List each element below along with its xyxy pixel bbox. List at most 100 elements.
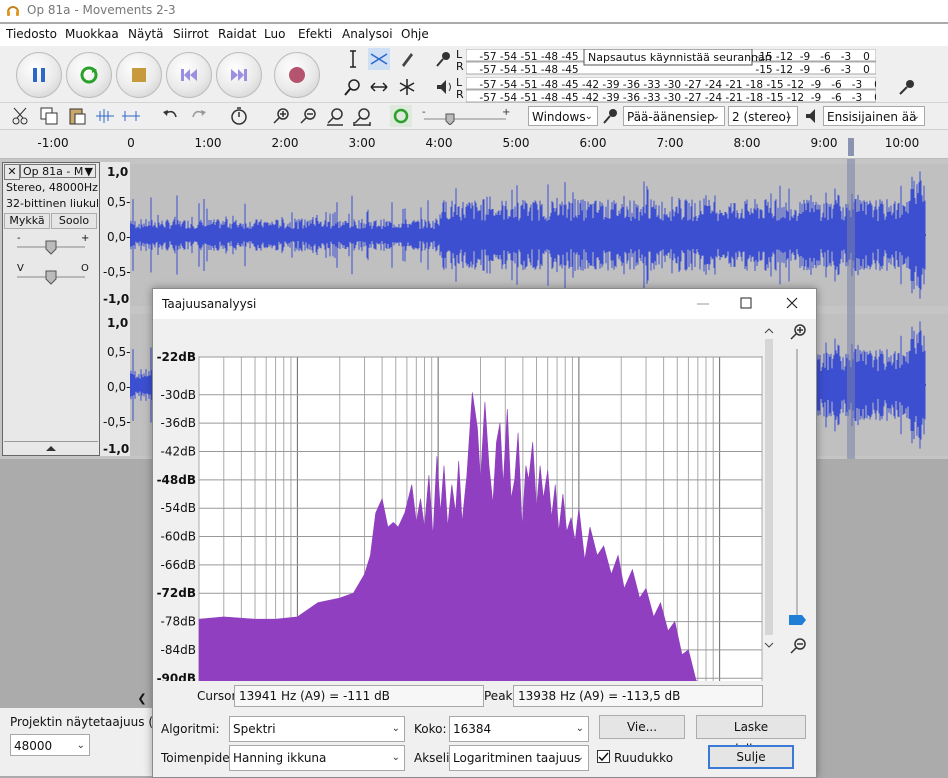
- algorithm-select[interactable]: Spektri ⌄: [229, 716, 405, 742]
- meter-tick-label: -18: [746, 79, 763, 91]
- undo-icon[interactable]: [160, 105, 182, 127]
- playback-device-select[interactable]: Ensisijainen ää ⌄: [823, 106, 925, 126]
- track-control-panel: ✕ Op 81a - M ▼ Stereo, 48000Hz 32-bittine…: [2, 162, 100, 456]
- silence-audio-icon[interactable]: [120, 105, 142, 127]
- playhead-marker[interactable]: [848, 138, 854, 156]
- pause-button[interactable]: [16, 52, 62, 98]
- record-button[interactable]: [274, 52, 320, 98]
- zoom-in-icon[interactable]: [789, 323, 807, 341]
- function-select[interactable]: Hanning ikkuna ⌄: [229, 745, 405, 771]
- stop-button[interactable]: [116, 52, 162, 98]
- spectrum-chart[interactable]: -22dB -30dB -36dB -42dB -48dB -54dB -60dB -66dB…: [153, 319, 763, 704]
- gain-slider[interactable]: - +: [11, 233, 91, 257]
- zoom-in-icon[interactable]: [270, 105, 292, 127]
- y-tick-label: -48dB: [157, 473, 196, 487]
- export-button[interactable]: Vie...: [599, 715, 685, 739]
- project-rate-label: Projektin näytetaajuus (Hz: [10, 715, 169, 729]
- audio-host-select[interactable]: Windows ⌄: [528, 106, 598, 126]
- record-meter-mic-icon[interactable]: [433, 48, 455, 70]
- meter-tick-label: -24: [705, 92, 722, 103]
- timeshift-tool-icon[interactable]: [368, 76, 390, 98]
- record-meter[interactable]: -57 -57 -54 -54 -51 -51 -48 -48 -45 -45 Napsautus …: [465, 48, 877, 76]
- meter-tick-label: -21: [725, 92, 742, 103]
- recording-device-select[interactable]: Pää-äänensiep ⌄: [623, 106, 725, 126]
- window-title: Op 81a - Movements 2-3: [27, 3, 176, 17]
- scroll-left-icon[interactable]: ❮: [134, 692, 150, 708]
- menu-analyze[interactable]: Analysoi: [342, 27, 393, 41]
- meter-tick-label: -9: [811, 79, 821, 91]
- play-at-speed-icon[interactable]: [390, 105, 412, 127]
- maximize-icon[interactable]: [738, 295, 754, 311]
- play-meter-speaker-icon[interactable]: [433, 76, 455, 98]
- mute-button[interactable]: Mykkä: [4, 213, 50, 229]
- recording-channels-select[interactable]: 2 (stereo) ⌄: [728, 106, 798, 126]
- grid-checkbox[interactable]: [597, 750, 610, 763]
- paste-icon[interactable]: [66, 105, 88, 127]
- meter-tick-label: -51: [520, 92, 537, 103]
- menu-help[interactable]: Ohje: [401, 27, 429, 41]
- dialog-titlebar: Taajuusanalyysi: [153, 289, 816, 319]
- close-button[interactable]: Sulje: [708, 745, 794, 769]
- size-select[interactable]: 16384 ⌄: [449, 716, 589, 742]
- axis-select[interactable]: Logaritminen taajuus ⌄: [449, 745, 589, 771]
- pan-slider[interactable]: V O: [11, 263, 91, 287]
- recording-device-mic-icon: [600, 105, 622, 127]
- size-label: Koko:: [414, 722, 447, 736]
- menu-transport[interactable]: Siirrot: [173, 27, 209, 41]
- zoom-out-icon[interactable]: [297, 105, 319, 127]
- copy-icon[interactable]: [38, 105, 60, 127]
- meter-tick-label: -33: [643, 92, 660, 103]
- playback-meter[interactable]: -57 -57 -54 -54 -51 -51 -48 -48 -45 -45 -42 -42 -39-…: [465, 76, 881, 104]
- track-name-menu[interactable]: Op 81a - M ▼: [20, 164, 96, 178]
- envelope-tool-icon[interactable]: [368, 48, 390, 70]
- menu-generate[interactable]: Luo: [264, 27, 285, 41]
- timeline-ruler[interactable]: -1:00 0 1:00 2:00 3:00 4:00 5:00 6:00 7:…: [0, 130, 948, 159]
- fit-project-icon[interactable]: [351, 105, 373, 127]
- zoom-slider[interactable]: [794, 349, 800, 619]
- skip-end-button[interactable]: [216, 52, 262, 98]
- ruler-label: 10:00: [884, 136, 920, 150]
- menu-view[interactable]: Näytä: [128, 27, 164, 41]
- menu-tracks[interactable]: Raidat: [218, 27, 256, 41]
- selection-tool-icon[interactable]: [342, 48, 364, 70]
- meter-tick-label: -24: [705, 79, 722, 91]
- spectrum-vertical-scrollbar[interactable]: [763, 327, 775, 649]
- skip-start-button[interactable]: [166, 52, 212, 98]
- zoom-out-icon[interactable]: [789, 637, 807, 655]
- scale-label: -1,0: [103, 442, 130, 456]
- waveform-channel-left[interactable]: [129, 164, 948, 306]
- selection-region[interactable]: [847, 159, 855, 459]
- y-tick-label: -54dB: [161, 501, 196, 515]
- window-titlebar: Op 81a - Movements 2-3: [0, 0, 948, 22]
- redo-icon[interactable]: [187, 105, 209, 127]
- menu-edit[interactable]: Muokkaa: [65, 27, 119, 41]
- minimize-icon[interactable]: [695, 295, 711, 311]
- cut-icon[interactable]: [10, 105, 32, 127]
- fit-selection-icon[interactable]: [324, 105, 346, 127]
- close-icon[interactable]: [784, 295, 800, 311]
- collapse-track-button[interactable]: [4, 441, 98, 454]
- scale-label: 0,0-: [107, 230, 131, 244]
- zoom-tool-icon[interactable]: [342, 76, 364, 98]
- trim-audio-icon[interactable]: [94, 105, 116, 127]
- recording-volume-mic-icon[interactable]: [896, 76, 918, 98]
- meter-tick-label: -57: [479, 79, 496, 91]
- timer-record-icon[interactable]: [228, 105, 250, 127]
- meter-tick-label: -54: [500, 92, 517, 103]
- playback-speed-slider[interactable]: - +: [420, 107, 510, 126]
- meter-tick-label: -57: [479, 51, 496, 63]
- play-button[interactable]: [66, 52, 112, 98]
- chevron-down-icon: ⌄: [575, 752, 584, 763]
- multi-tool-icon[interactable]: [396, 76, 418, 98]
- meter-tick-label: -48: [541, 51, 558, 63]
- draw-tool-icon[interactable]: [396, 48, 418, 70]
- replot-button[interactable]: Laske uudelleen...: [696, 715, 806, 756]
- project-rate-select[interactable]: 48000 ⌄: [10, 734, 90, 756]
- menu-file[interactable]: Tiedosto: [6, 27, 57, 41]
- solo-button[interactable]: Soolo: [51, 213, 97, 229]
- menu-effect[interactable]: Efekti: [298, 27, 332, 41]
- zoom-slider-thumb[interactable]: [789, 614, 807, 626]
- loop-play-icon: [80, 66, 98, 84]
- close-track-icon[interactable]: ✕: [4, 164, 20, 180]
- scale-label: 0,0-: [107, 380, 131, 394]
